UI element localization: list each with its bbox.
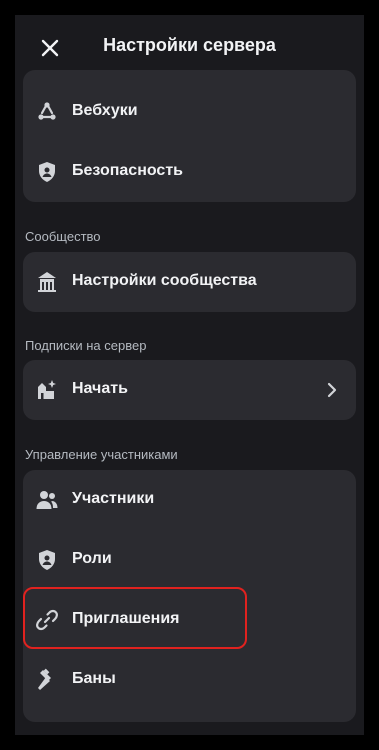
section-label-community: Сообщество [25,229,101,244]
community-icon [38,272,56,292]
settings-item-members[interactable]: Участники [23,470,356,530]
settings-item-label: Баны [72,670,116,687]
members-icon [36,491,58,509]
header: Настройки сервера [15,15,364,75]
ban-hammer-icon [38,668,51,690]
settings-item-community-settings[interactable]: Настройки сообщества [23,252,356,312]
settings-card-top: Вебхуки Безопасность [23,70,356,202]
settings-item-bans[interactable]: Баны [23,650,356,710]
subscriptions-icon [38,380,56,399]
chevron-right-icon [327,382,337,398]
webhook-icon [38,102,56,120]
section-label-members: Управление участниками [25,447,178,462]
settings-item-label: Участники [72,490,155,507]
settings-item-label: Вебхуки [72,102,138,119]
settings-item-label: Роли [72,550,112,567]
settings-item-label: Безопасность [72,162,183,179]
shield-icon [39,162,55,182]
page-title: Настройки сервера [103,35,276,55]
section-label-subscriptions: Подписки на сервер [25,338,147,353]
settings-item-security[interactable]: Безопасность [23,142,356,202]
settings-item-get-started[interactable]: Начать [23,360,356,420]
settings-card-community: Настройки сообщества [23,252,356,312]
settings-card-subscriptions: Начать [23,360,356,420]
settings-screen: Настройки сервера Вебхуки Безопасность С… [15,15,364,735]
settings-item-roles[interactable]: Роли [23,530,356,590]
settings-item-label: Настройки сообщества [72,272,257,289]
settings-card-members: Участники Роли Приглашения Баны [23,470,356,722]
link-icon [36,609,58,631]
settings-item-invites[interactable]: Приглашения [23,590,356,650]
settings-item-label: Начать [72,380,128,397]
settings-item-label: Приглашения [72,610,180,627]
settings-item-webhooks[interactable]: Вебхуки [23,82,356,142]
shield-icon [39,550,55,570]
